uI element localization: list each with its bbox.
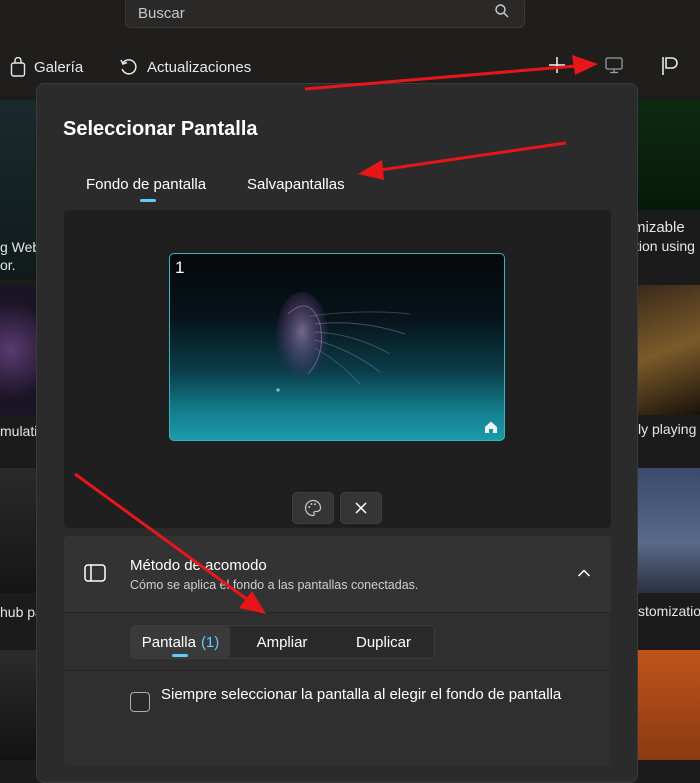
- search-box[interactable]: [125, 0, 525, 28]
- plus-icon[interactable]: [546, 54, 568, 76]
- option-screen[interactable]: Pantalla (1): [131, 626, 230, 658]
- wallpaper-tile[interactable]: [0, 468, 36, 593]
- nav-item-gallery[interactable]: Galería: [10, 55, 83, 79]
- wallpaper-tile[interactable]: [638, 100, 700, 210]
- search-input[interactable]: [136, 0, 480, 27]
- option-extend-label: Ampliar: [256, 633, 308, 651]
- palette-icon: [304, 499, 322, 517]
- fit-method-title: Método de acomodo: [130, 557, 267, 574]
- close-icon: [355, 502, 367, 514]
- wallpaper-tile[interactable]: [638, 468, 700, 593]
- tab-active-indicator: [140, 199, 156, 202]
- tile-label: stomizatio: [638, 603, 700, 619]
- dialog-title: Seleccionar Pantalla: [63, 118, 258, 140]
- monitor-number: 1: [175, 258, 185, 277]
- tile-label: ly playing: [638, 421, 697, 437]
- tile-label: g Web: [0, 239, 41, 255]
- chevron-up-icon[interactable]: [577, 568, 591, 578]
- fit-method-header[interactable]: Método de acomodo Cómo se aplica el fond…: [64, 536, 611, 612]
- always-select-screen-checkbox[interactable]: [130, 692, 150, 712]
- selected-indicator: [172, 654, 188, 657]
- wallpaper-tile[interactable]: [638, 285, 700, 415]
- flag-icon[interactable]: [658, 54, 682, 78]
- divider: [64, 612, 611, 613]
- layout-icon: [84, 564, 106, 582]
- tile-label: or.: [0, 257, 16, 273]
- nav-label-gallery: Galería: [34, 58, 84, 76]
- customize-wallpaper-button[interactable]: [292, 492, 334, 524]
- nav-label-updates: Actualizaciones: [147, 58, 252, 76]
- fit-method-section: Método de acomodo Cómo se aplica el fond…: [64, 536, 611, 766]
- monitor-icon[interactable]: [604, 55, 624, 75]
- tab-wallpaper[interactable]: Fondo de pantalla: [86, 176, 206, 193]
- option-extend[interactable]: Ampliar: [231, 626, 333, 658]
- remove-wallpaper-button[interactable]: [340, 492, 382, 524]
- option-duplicate[interactable]: Duplicar: [333, 626, 434, 658]
- fit-method-subtitle: Cómo se aplica el fondo a las pantallas …: [130, 578, 419, 592]
- wallpaper-tile[interactable]: [0, 285, 36, 415]
- tile-label: mizable: [633, 219, 685, 236]
- wallpaper-tile[interactable]: [0, 650, 36, 760]
- checkbox-label[interactable]: Siempre seleccionar la pantalla al elegi…: [161, 684, 581, 705]
- nav-item-updates[interactable]: Actualizaciones: [119, 55, 251, 79]
- fit-method-selector: Pantalla (1) Ampliar Duplicar: [130, 625, 435, 659]
- select-screen-dialog: Seleccionar Pantalla Fondo de pantalla S…: [36, 83, 638, 783]
- jellyfish-wallpaper: [276, 292, 411, 392]
- monitor-preview[interactable]: 1: [169, 253, 505, 441]
- option-duplicate-label: Duplicar: [355, 633, 412, 651]
- wallpaper-tile[interactable]: [638, 650, 700, 760]
- option-screen-label: Pantalla: [141, 633, 196, 651]
- home-icon: [485, 421, 497, 433]
- tile-label: tion using: [635, 238, 695, 254]
- top-bar: [0, 0, 700, 40]
- bag-icon: [10, 57, 26, 77]
- search-icon[interactable]: [494, 3, 510, 19]
- divider: [64, 670, 611, 671]
- screen-preview-area: 1: [64, 210, 611, 528]
- refresh-icon: [120, 59, 137, 75]
- tab-screensaver[interactable]: Salvapantallas: [247, 176, 345, 193]
- screen-count: (1): [200, 633, 220, 651]
